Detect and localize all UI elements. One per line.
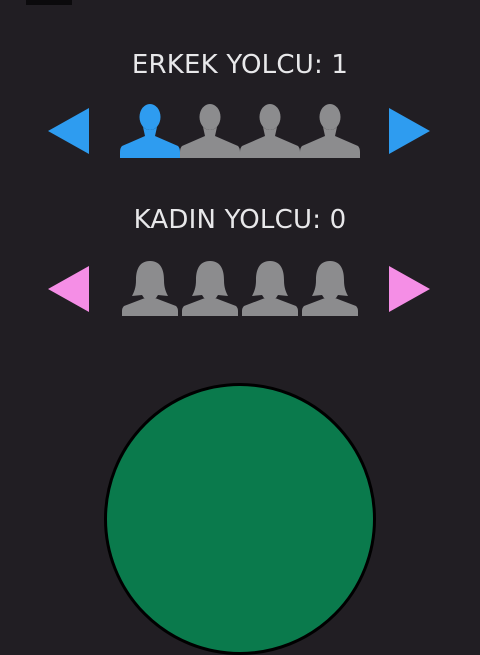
female-passenger-count-label: KADIN YOLCU: 0 [133,205,347,235]
female-increase-button[interactable] [389,266,431,312]
triangle-left-icon [48,266,89,312]
female-person-icon[interactable] [180,258,240,318]
status-bar-fragment [26,0,72,5]
male-passenger-figures [120,100,360,160]
triangle-left-icon [48,108,89,154]
triangle-right-icon [389,266,430,312]
male-decrease-button[interactable] [48,108,90,154]
female-person-icon[interactable] [300,258,360,318]
male-person-icon[interactable] [120,100,180,160]
male-person-icon[interactable] [180,100,240,160]
male-increase-button[interactable] [389,108,431,154]
male-person-icon[interactable] [300,100,360,160]
female-person-icon[interactable] [120,258,180,318]
female-person-icon[interactable] [240,258,300,318]
male-passenger-count-label: ERKEK YOLCU: 1 [131,50,349,80]
male-person-icon[interactable] [240,100,300,160]
female-passenger-figures [120,258,360,318]
confirm-button[interactable] [104,383,376,655]
triangle-right-icon [389,108,430,154]
female-decrease-button[interactable] [48,266,90,312]
